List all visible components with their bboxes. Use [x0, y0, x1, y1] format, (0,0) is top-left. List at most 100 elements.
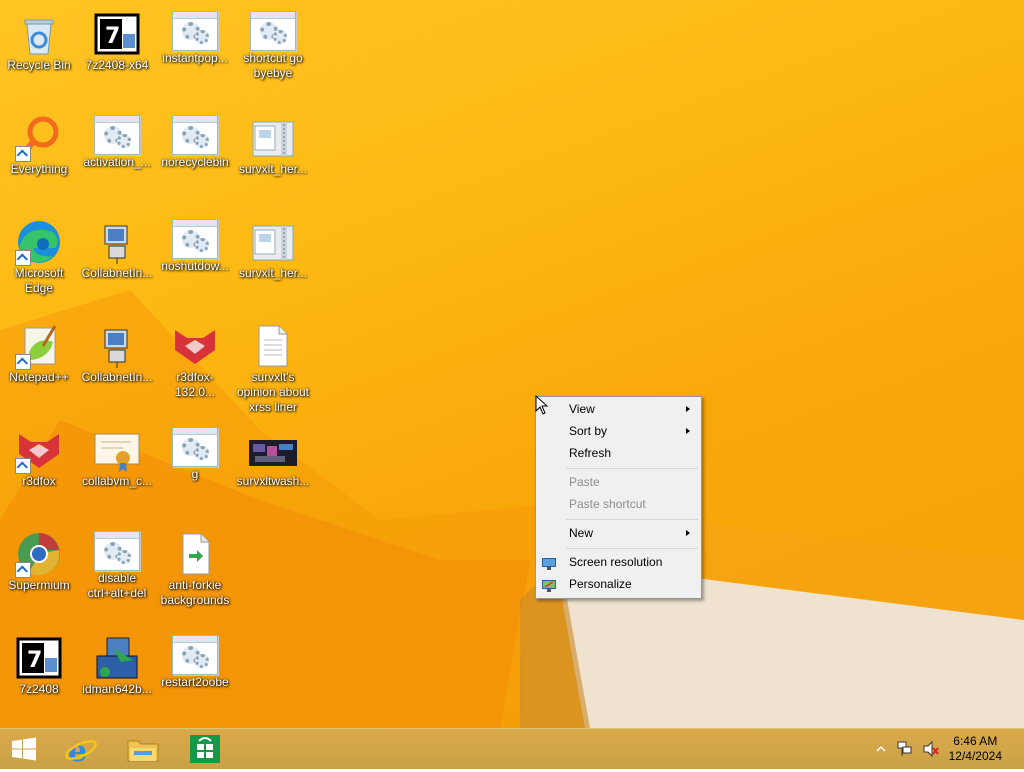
desktop-icon-anti-forkie[interactable]: anti-forkie backgrounds: [156, 526, 234, 608]
icon-label: norecyclebin: [161, 155, 229, 169]
r3dfox-icon: [171, 322, 219, 370]
icon-label: noshutdow...: [161, 259, 229, 273]
desktop-icon-7z2408-x64[interactable]: 7 7z2408-x64: [78, 6, 156, 73]
network-icon[interactable]: [896, 740, 914, 758]
clock-date: 12/4/2024: [948, 749, 1002, 763]
menu-item-refresh[interactable]: Refresh: [538, 442, 699, 464]
show-hidden-icons-chevron-icon[interactable]: [876, 745, 886, 753]
desktop-icon-everything[interactable]: Everything: [0, 110, 78, 177]
desktop-icon-norecyclebin[interactable]: norecyclebin: [156, 110, 234, 170]
menu-item-sort-by[interactable]: Sort by: [538, 420, 699, 442]
desktop-icon-shortcut-go-byebye[interactable]: shortcut go byebye: [234, 6, 312, 81]
script-gear-icon: [250, 11, 296, 51]
menu-item-paste[interactable]: Paste: [538, 471, 699, 493]
icon-label: Notepad++: [9, 370, 69, 384]
recycle-bin-icon: [15, 10, 63, 58]
desktop-icon-r3dfox-installer[interactable]: r3dfox-132.0...: [156, 318, 234, 400]
screen-resolution-icon: [542, 555, 556, 570]
shortcut-arrow-icon: [15, 146, 31, 162]
tray-clock[interactable]: 6:46 AM 12/4/2024: [949, 734, 1002, 764]
taskbar-store[interactable]: [180, 729, 230, 769]
icon-label: Microsoft Edge: [14, 266, 64, 295]
icon-label: Supermium: [8, 578, 70, 592]
icon-label: Everything: [10, 162, 68, 176]
desktop-icon-activation[interactable]: activation_...: [78, 110, 156, 170]
shortcut-arrow-icon: [15, 458, 31, 474]
7zip-installer-icon: 7: [15, 634, 63, 682]
desktop-background[interactable]: Recycle Bin Everything Microsoft Edge No…: [0, 0, 1024, 728]
menu-item-label: Paste shortcut: [569, 497, 646, 511]
desktop-icon-microsoft-edge[interactable]: Microsoft Edge: [0, 214, 78, 296]
menu-item-view[interactable]: View: [538, 398, 699, 420]
shortcut-arrow-icon: [15, 354, 31, 370]
menu-item-label: Personalize: [569, 577, 632, 591]
icon-label: idman642b...: [82, 682, 152, 696]
desktop-icon-survxlt-opinion[interactable]: survxlt's opinion about xrss liner: [234, 318, 312, 415]
icon-label: 7z2408-x64: [85, 58, 149, 72]
icon-label: Recycle Bin: [7, 58, 71, 72]
desktop-icon-collabnet-2[interactable]: CollabnetIn...: [78, 318, 156, 385]
personalize-icon: [542, 577, 556, 592]
icon-label: activation_...: [83, 155, 151, 169]
desktop-icon-restart2oobe[interactable]: restart2oobe: [156, 630, 234, 690]
zip-folder-icon: [249, 218, 297, 266]
menu-item-label: Refresh: [569, 446, 612, 460]
video-thumbnail-icon: [249, 426, 297, 474]
menu-item-new[interactable]: New: [538, 522, 699, 544]
start-button[interactable]: [0, 729, 48, 769]
store-icon: [190, 735, 220, 763]
desktop-icon-r3dfox[interactable]: r3dfox: [0, 422, 78, 489]
desktop-icon-disable-cad[interactable]: disable ctrl+alt+del: [78, 526, 156, 601]
icon-label: g: [191, 467, 199, 481]
internet-explorer-icon: e: [65, 734, 97, 769]
script-gear-icon: [172, 11, 218, 51]
desktop-icon-idman[interactable]: idman642b...: [78, 630, 156, 697]
icon-label: 7z2408: [19, 682, 59, 696]
menu-item-paste-shortcut[interactable]: Paste shortcut: [538, 493, 699, 515]
desktop-icon-instantpop[interactable]: instantpop...: [156, 6, 234, 66]
menu-item-personalize[interactable]: Personalize: [538, 573, 699, 595]
script-gear-icon: [172, 219, 218, 259]
icon-label: survxlt's opinion about xrss liner: [236, 370, 310, 414]
mouse-cursor-icon: [535, 395, 549, 415]
idm-installer-icon: [93, 634, 141, 682]
svg-text:7: 7: [105, 24, 120, 49]
taskbar-internet-explorer[interactable]: e: [56, 729, 106, 769]
icon-label: instantpop...: [162, 51, 228, 65]
text-document-icon: [249, 322, 297, 370]
icon-label: r3dfox: [22, 474, 56, 488]
r3dfox-icon: [15, 426, 63, 474]
desktop-icon-g[interactable]: g: [156, 422, 234, 482]
desktop-icon-noshutdown[interactable]: noshutdow...: [156, 214, 234, 274]
start-icon: [12, 737, 36, 761]
svg-text:7: 7: [27, 648, 42, 673]
file-explorer-icon: [127, 740, 159, 762]
icon-label: disable ctrl+alt+del: [87, 571, 147, 600]
desktop-icon-survxlt-her-1[interactable]: survxlt_her...: [234, 110, 312, 177]
desktop-icon-recycle-bin[interactable]: Recycle Bin: [0, 6, 78, 73]
desktop-icon-7z2408[interactable]: 7 7z2408: [0, 630, 78, 697]
edge-icon: [15, 218, 63, 266]
desktop-icon-notepadpp[interactable]: Notepad++: [0, 318, 78, 385]
icon-label: CollabnetIn...: [81, 266, 153, 280]
taskbar-file-explorer[interactable]: [118, 729, 168, 769]
script-gear-icon: [94, 115, 140, 155]
notepadpp-icon: [15, 322, 63, 370]
desktop-icon-survxlt-her-2[interactable]: survxlt_her...: [234, 214, 312, 281]
icon-label: CollabnetIn...: [81, 370, 153, 384]
desktop-icon-collabvm-cert[interactable]: collabvm_c...: [78, 422, 156, 489]
icon-label: survxltwash...: [236, 474, 310, 488]
menu-item-label: New: [569, 526, 594, 540]
volume-muted-icon[interactable]: [922, 740, 940, 758]
everything-search-icon: [15, 114, 63, 162]
taskbar: e 6:46 AM 12/4/2024: [0, 728, 1024, 769]
submenu-arrow-icon: [686, 530, 690, 536]
svg-text:e: e: [68, 734, 87, 769]
menu-item-screen-resolution[interactable]: Screen resolution: [538, 551, 699, 573]
desktop-icon-supermium[interactable]: Supermium: [0, 526, 78, 593]
7zip-installer-icon: 7: [93, 10, 141, 58]
desktop-icon-collabnet-1[interactable]: CollabnetIn...: [78, 214, 156, 281]
menu-item-label: Paste: [569, 475, 600, 489]
icon-label: anti-forkie backgrounds: [160, 578, 230, 607]
desktop-icon-survxltwash[interactable]: survxltwash...: [234, 422, 312, 489]
